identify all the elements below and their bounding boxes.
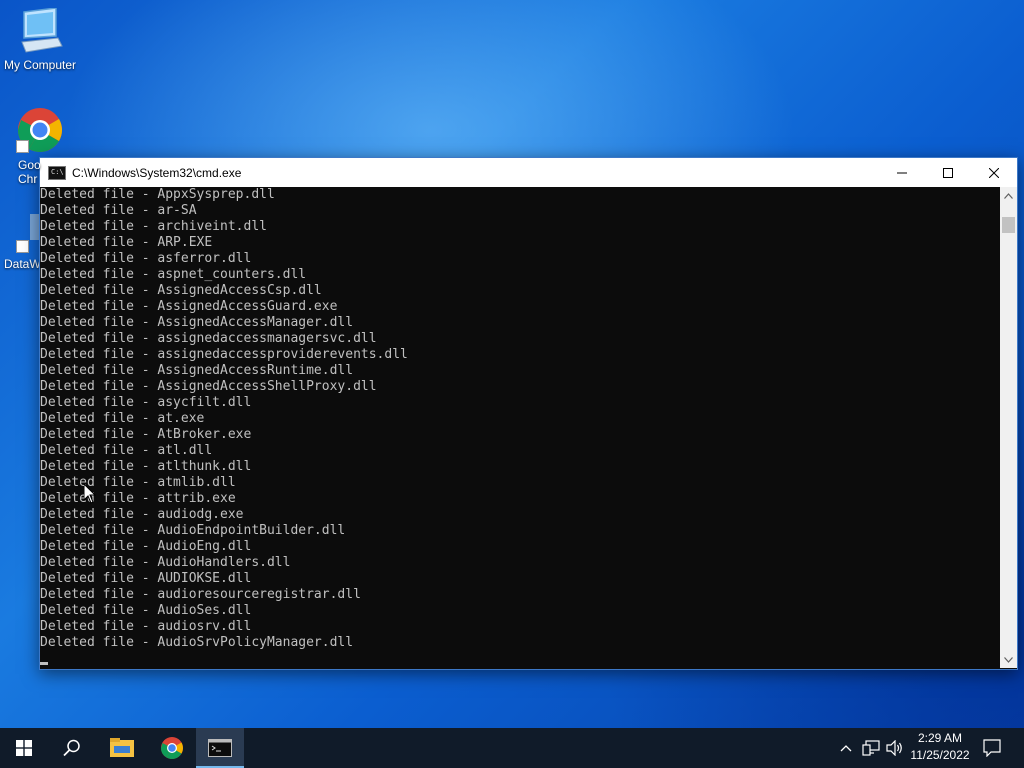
vertical-scrollbar[interactable] <box>1000 187 1017 668</box>
notification-icon <box>983 739 1001 757</box>
console-line: Deleted file - assignedaccessmanagersvc.… <box>40 331 377 346</box>
shortcut-arrow-icon <box>16 240 29 253</box>
taskbar: 2:29 AM 11/25/2022 <box>0 728 1024 768</box>
desktop-icon-google-chrome[interactable] <box>0 106 80 158</box>
chevron-up-icon <box>1004 192 1013 199</box>
console-line: Deleted file - at.exe <box>40 411 205 426</box>
console-line: Deleted file - AudioEndpointBuilder.dll <box>40 523 346 538</box>
console-line: Deleted file - audioresourceregistrar.dl… <box>40 587 361 602</box>
action-center-button[interactable] <box>972 728 1012 768</box>
console-line: Deleted file - AUDIOKSE.dll <box>40 571 252 586</box>
console-output[interactable]: Deleted file - AppxSysprep.dll Deleted fi… <box>40 187 1000 668</box>
desktop-icon-label: DataW <box>4 257 41 271</box>
computer-icon <box>21 8 63 53</box>
console-line: Deleted file - ar-SA <box>40 203 197 218</box>
window-titlebar[interactable]: C:\ C:\Windows\System32\cmd.exe <box>40 158 1017 187</box>
console-line: Deleted file - asferror.dll <box>40 251 252 266</box>
console-line: Deleted file - archiveint.dll <box>40 219 267 234</box>
console-line: Deleted file - attrib.exe <box>40 491 236 506</box>
network-icon <box>862 740 880 756</box>
search-button[interactable] <box>48 728 96 768</box>
close-button[interactable] <box>971 158 1017 187</box>
console-line: Deleted file - AssignedAccessRuntime.dll <box>40 363 354 378</box>
console-line: Deleted file - ARP.EXE <box>40 235 213 250</box>
desktop-icon-label: Goo Chr <box>18 158 41 186</box>
search-icon <box>63 739 80 757</box>
maximize-button[interactable] <box>925 158 971 187</box>
taskbar-chrome[interactable] <box>148 728 196 768</box>
shortcut-arrow-icon <box>16 140 29 153</box>
maximize-icon <box>943 167 953 178</box>
console-line: Deleted file - audiosrv.dll <box>40 619 252 634</box>
scroll-thumb[interactable] <box>1002 217 1015 233</box>
console-line: Deleted file - AudioHandlers.dll <box>40 555 291 570</box>
console-line: Deleted file - AudioSes.dll <box>40 603 252 618</box>
console-line: Deleted file - AssignedAccessGuard.exe <box>40 299 338 314</box>
window-title: C:\Windows\System32\cmd.exe <box>72 165 242 180</box>
command-prompt-icon <box>208 739 232 757</box>
taskbar-clock[interactable]: 2:29 AM 11/25/2022 <box>904 730 976 764</box>
start-button[interactable] <box>0 728 48 768</box>
console-line: Deleted file - atl.dll <box>40 443 213 458</box>
console-line: Deleted file - AudioSrvPolicyManager.dll <box>40 635 354 650</box>
desktop-icon-my-computer[interactable]: My Computer <box>0 8 80 72</box>
text-cursor <box>40 662 48 665</box>
scroll-up-arrow[interactable] <box>1000 187 1017 204</box>
chevron-down-icon <box>1004 656 1013 663</box>
scroll-down-arrow[interactable] <box>1000 651 1017 668</box>
console-line: Deleted file - atmlib.dll <box>40 475 236 490</box>
console-line: Deleted file - AtBroker.exe <box>40 427 252 442</box>
console-line: Deleted file - assignedaccessprovidereve… <box>40 347 408 362</box>
taskbar-file-explorer[interactable] <box>98 728 146 768</box>
folder-icon <box>110 738 134 757</box>
console-line: Deleted file - audiodg.exe <box>40 507 244 522</box>
taskbar-cmd[interactable] <box>196 728 244 768</box>
clock-date: 11/25/2022 <box>910 748 970 762</box>
console-line: Deleted file - AssignedAccessCsp.dll <box>40 283 322 298</box>
console-line: Deleted file - AudioEng.dll <box>40 539 252 554</box>
chevron-up-icon <box>840 745 852 752</box>
close-icon <box>989 167 999 178</box>
windows-logo-icon <box>16 740 32 756</box>
minimize-button[interactable] <box>879 158 925 187</box>
console-line: Deleted file - AssignedAccessManager.dll <box>40 315 354 330</box>
console-line: Deleted file - asycfilt.dll <box>40 395 252 410</box>
cmd-app-icon[interactable]: C:\ <box>48 165 66 180</box>
console-line: Deleted file - AppxSysprep.dll <box>40 187 275 202</box>
speaker-icon <box>886 740 902 756</box>
console-line: Deleted file - aspnet_counters.dll <box>40 267 307 282</box>
console-line: Deleted file - atlthunk.dll <box>40 459 252 474</box>
volume-button[interactable] <box>884 728 906 768</box>
minimize-icon <box>897 172 907 173</box>
network-button[interactable] <box>860 728 882 768</box>
chrome-icon <box>161 737 183 759</box>
show-hidden-icons-button[interactable] <box>836 728 856 768</box>
desktop-icon-label: My Computer <box>3 58 77 72</box>
mouse-pointer-icon <box>84 484 97 504</box>
cmd-window[interactable]: C:\ C:\Windows\System32\cmd.exe Deleted … <box>39 157 1018 670</box>
clock-time: 2:29 AM <box>917 731 963 745</box>
console-line: Deleted file - AssignedAccessShellProxy.… <box>40 379 377 394</box>
